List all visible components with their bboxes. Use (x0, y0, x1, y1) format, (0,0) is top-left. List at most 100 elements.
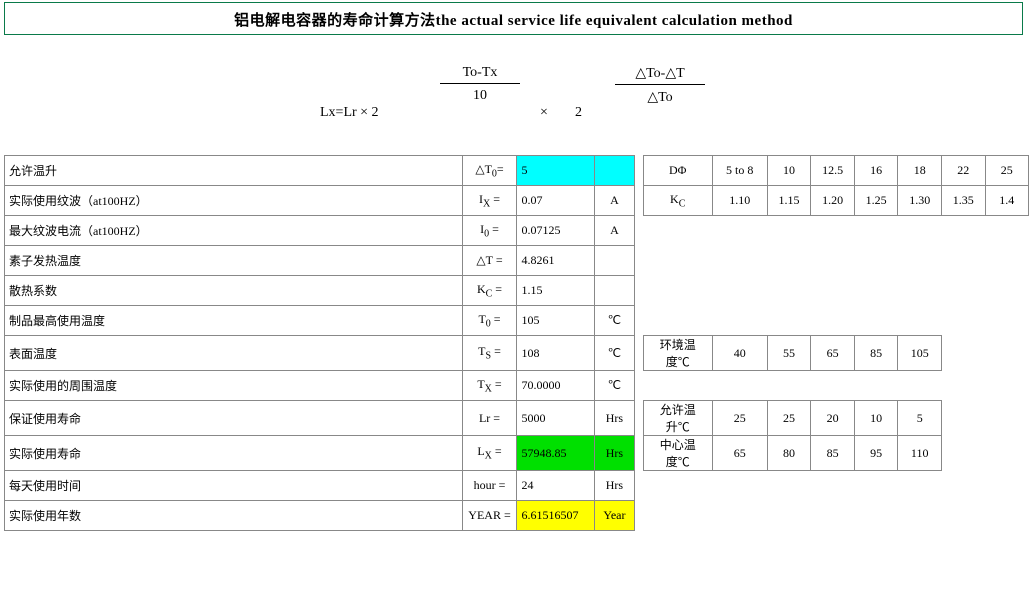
frac2-num: △To-△T (615, 65, 705, 85)
kc-label: KC (643, 186, 712, 216)
dphi-h5: 22 (941, 156, 985, 186)
kc-h5: 1.35 (941, 186, 985, 216)
row-ix: 实际使用纹波（at100HZ） IX = 0.07 A KC 1.10 1.15… (5, 186, 1029, 216)
label: 保证使用寿命 (5, 401, 463, 436)
allow-rise-4: 5 (898, 401, 942, 436)
symbol: Lr = (462, 401, 517, 436)
symbol: TS = (462, 336, 517, 371)
unit: Year (595, 501, 635, 531)
row-year: 实际使用年数 YEAR = 6.61516507 Year (5, 501, 1029, 531)
label: 实际使用年数 (5, 501, 463, 531)
value-input[interactable]: 1.15 (517, 276, 595, 306)
frac2-den: △To (615, 85, 705, 106)
value-input[interactable]: 0.07 (517, 186, 595, 216)
center-temp-3: 95 (854, 436, 898, 471)
dphi-label: DΦ (643, 156, 712, 186)
row-i0: 最大纹波电流（at100HZ） I0 = 0.07125 A (5, 216, 1029, 246)
unit: Hrs (595, 471, 635, 501)
allow-rise-3: 10 (854, 401, 898, 436)
dphi-h0: 5 to 8 (712, 156, 767, 186)
label: 素子发热温度 (5, 246, 463, 276)
row-tx: 实际使用的周围温度 TX = 70.0000 ℃ (5, 371, 1029, 401)
env-temp-2: 65 (811, 336, 855, 371)
unit: ℃ (595, 371, 635, 401)
value-output: 57948.85 (517, 436, 595, 471)
unit: A (595, 186, 635, 216)
value-output: 6.61516507 (517, 501, 595, 531)
unit: Hrs (595, 436, 635, 471)
dphi-h6: 25 (985, 156, 1028, 186)
symbol: T0 = (462, 306, 517, 336)
label: 表面温度 (5, 336, 463, 371)
allow-rise-0: 25 (712, 401, 767, 436)
env-temp-0: 40 (712, 336, 767, 371)
formula-exponent-1: To-Tx 10 (440, 65, 520, 104)
value: 4.8261 (517, 246, 595, 276)
formula: Lx=Lr × 2 To-Tx 10 × 2 △To-△T △To (0, 65, 1029, 145)
dphi-h3: 16 (854, 156, 898, 186)
center-temp-2: 85 (811, 436, 855, 471)
row-lr: 保证使用寿命 Lr = 5000 Hrs 允许温升℃ 25 25 20 10 5 (5, 401, 1029, 436)
kc-h0: 1.10 (712, 186, 767, 216)
symbol: TX = (462, 371, 517, 401)
dphi-h1: 10 (767, 156, 811, 186)
value-input[interactable]: 0.07125 (517, 216, 595, 246)
row-ts: 表面温度 TS = 108 ℃ 环境温度℃ 40 55 65 85 105 (5, 336, 1029, 371)
row-lx: 实际使用寿命 LX = 57948.85 Hrs 中心温度℃ 65 80 85 … (5, 436, 1029, 471)
frac1-num: To-Tx (440, 65, 520, 84)
unit: ℃ (595, 336, 635, 371)
parameter-table: 允许温升 △T0= 5 DΦ 5 to 8 10 12.5 16 18 22 2… (4, 155, 1029, 531)
unit (595, 246, 635, 276)
env-temp-3: 85 (854, 336, 898, 371)
label: 散热系数 (5, 276, 463, 306)
symbol: hour = (462, 471, 517, 501)
env-temp-4: 105 (898, 336, 942, 371)
env-temp-label: 环境温度℃ (643, 336, 712, 371)
formula-exponent-2: △To-△T △To (615, 65, 705, 106)
formula-prefix: Lx=Lr × 2 (320, 105, 379, 121)
dphi-h2: 12.5 (811, 156, 855, 186)
allow-rise-label: 允许温升℃ (643, 401, 712, 436)
label: 最大纹波电流（at100HZ） (5, 216, 463, 246)
label: 制品最高使用温度 (5, 306, 463, 336)
center-temp-0: 65 (712, 436, 767, 471)
allow-rise-2: 20 (811, 401, 855, 436)
row-delta-t: 素子发热温度 △T = 4.8261 (5, 246, 1029, 276)
label: 实际使用的周围温度 (5, 371, 463, 401)
label: 实际使用寿命 (5, 436, 463, 471)
value-input[interactable]: 24 (517, 471, 595, 501)
row-t0: 制品最高使用温度 T0 = 105 ℃ (5, 306, 1029, 336)
symbol: KC = (462, 276, 517, 306)
value-input[interactable]: 5000 (517, 401, 595, 436)
page-title: 铝电解电容器的寿命计算方法the actual service life equ… (4, 2, 1023, 35)
formula-base2: 2 (575, 105, 582, 121)
value-input[interactable]: 105 (517, 306, 595, 336)
value-input[interactable]: 5 (517, 156, 595, 186)
kc-h2: 1.20 (811, 186, 855, 216)
label: 允许温升 (5, 156, 463, 186)
kc-h1: 1.15 (767, 186, 811, 216)
symbol: IX = (462, 186, 517, 216)
unit: ℃ (595, 306, 635, 336)
label: 实际使用纹波（at100HZ） (5, 186, 463, 216)
allow-rise-1: 25 (767, 401, 811, 436)
symbol: I0 = (462, 216, 517, 246)
unit (595, 156, 635, 186)
center-temp-4: 110 (898, 436, 942, 471)
unit: Hrs (595, 401, 635, 436)
value: 108 (517, 336, 595, 371)
value-input[interactable]: 70.0000 (517, 371, 595, 401)
dphi-h4: 18 (898, 156, 942, 186)
row-allowable-rise: 允许温升 △T0= 5 DΦ 5 to 8 10 12.5 16 18 22 2… (5, 156, 1029, 186)
center-temp-label: 中心温度℃ (643, 436, 712, 471)
env-temp-1: 55 (767, 336, 811, 371)
symbol: △T = (462, 246, 517, 276)
kc-h6: 1.4 (985, 186, 1028, 216)
center-temp-1: 80 (767, 436, 811, 471)
label: 每天使用时间 (5, 471, 463, 501)
unit: A (595, 216, 635, 246)
frac1-den: 10 (440, 84, 520, 104)
kc-h3: 1.25 (854, 186, 898, 216)
kc-h4: 1.30 (898, 186, 942, 216)
symbol: YEAR = (462, 501, 517, 531)
